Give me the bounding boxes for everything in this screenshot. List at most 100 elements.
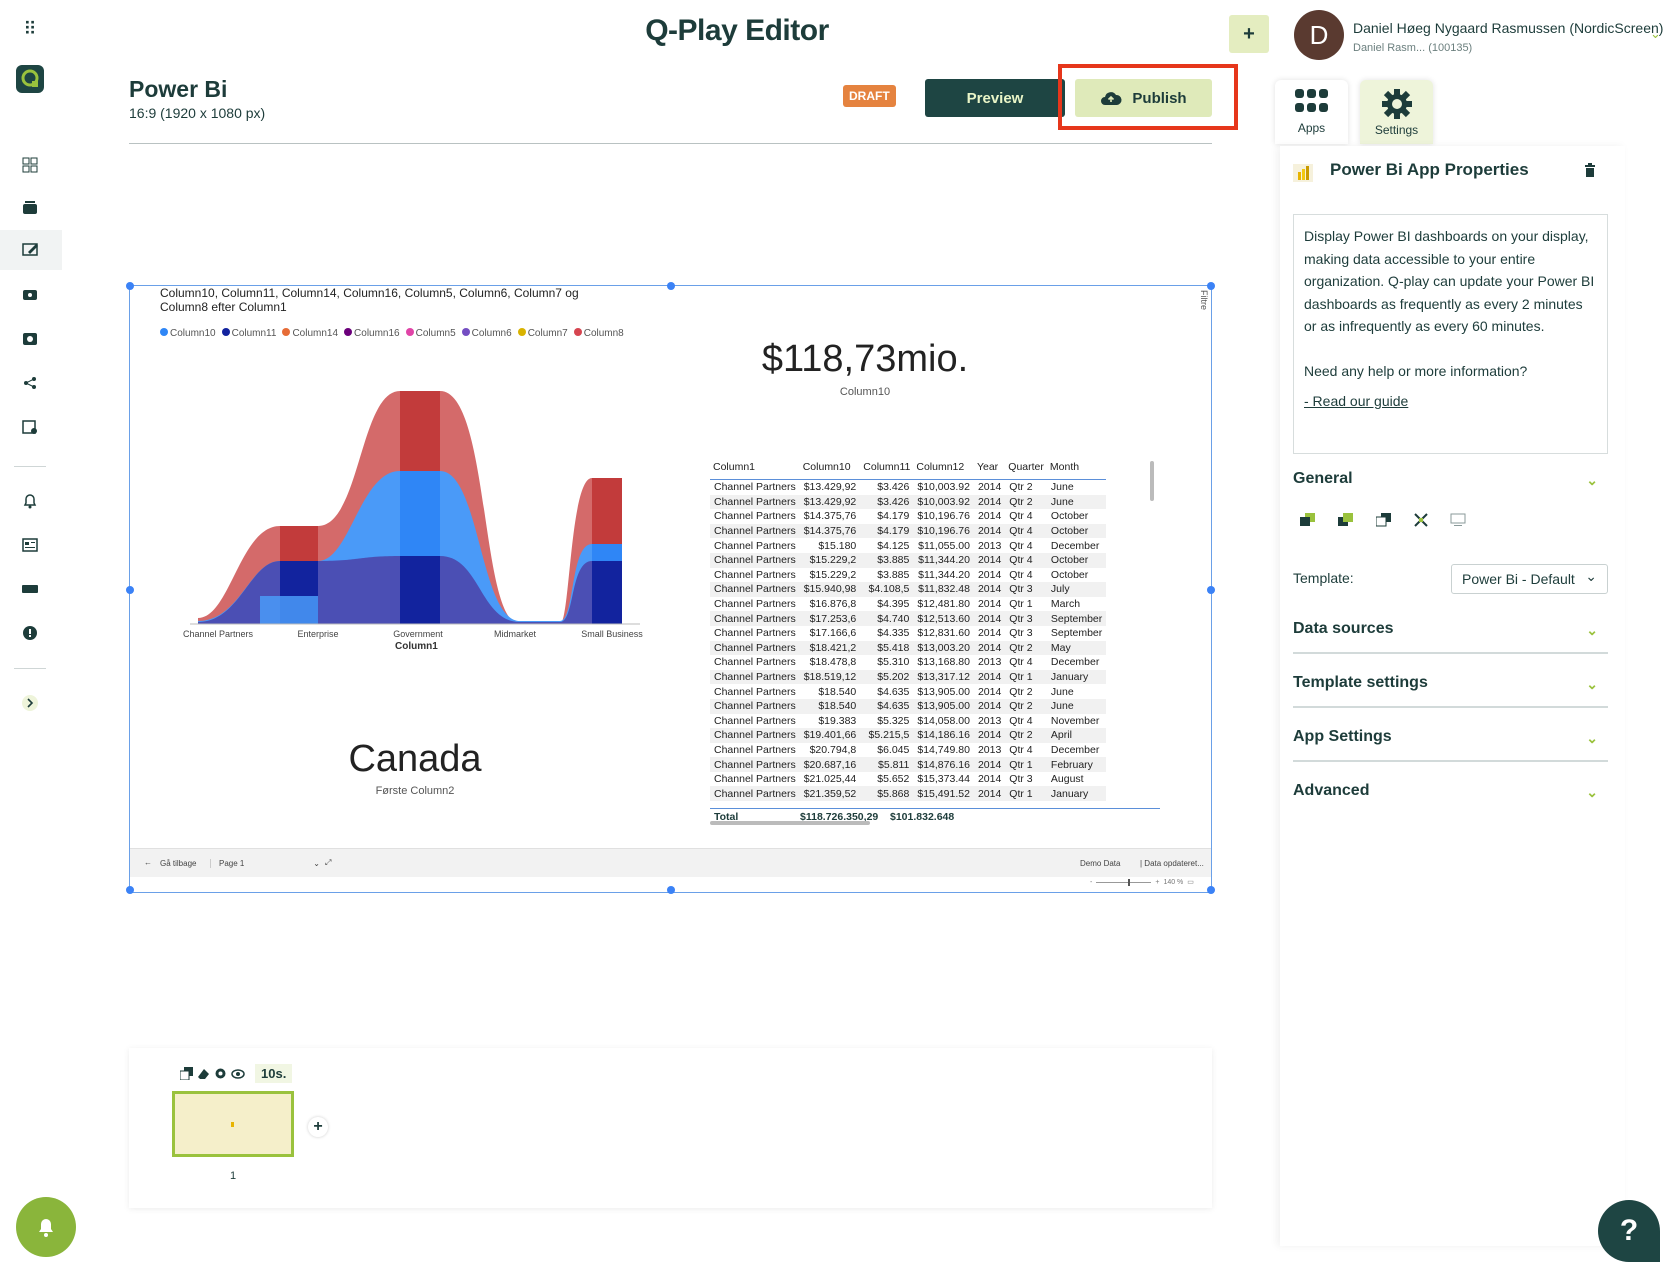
slide-thumbnail[interactable] bbox=[172, 1091, 294, 1157]
chevron-down-icon[interactable]: ⌄ bbox=[1650, 26, 1661, 42]
fullscreen-icon[interactable] bbox=[1414, 513, 1428, 527]
filter-pane-toggle[interactable]: Filtre bbox=[1195, 290, 1209, 310]
resize-handle[interactable] bbox=[126, 282, 134, 290]
news-icon[interactable] bbox=[12, 530, 48, 560]
table-hscrollbar[interactable] bbox=[710, 821, 870, 825]
table-row[interactable]: Channel Partners $13.429,92 $3.426 $10,003.… bbox=[710, 494, 1107, 510]
logo[interactable] bbox=[12, 64, 48, 94]
trash-icon[interactable] bbox=[1584, 163, 1596, 182]
resize-handle[interactable] bbox=[1207, 886, 1215, 894]
resize-handle[interactable] bbox=[667, 282, 675, 290]
highlight-frame bbox=[1058, 64, 1238, 130]
resize-handle[interactable] bbox=[126, 586, 134, 594]
data-table[interactable]: Column1 Column10 Column11 Column12 Year Quart… bbox=[710, 461, 1160, 813]
table-row[interactable]: Channel Partners $14.375,76 $4.179 $10,196.… bbox=[710, 509, 1106, 524]
table-row[interactable]: Channel Partners $19.383 $5.325 $14,058.00 2… bbox=[710, 714, 1106, 729]
table-row[interactable]: Channel Partners $13.429,92 $3.426 $10,003.… bbox=[710, 480, 1106, 495]
help-button[interactable]: ? bbox=[1598, 1200, 1660, 1262]
page-selector[interactable]: Page 1 ⌄ bbox=[210, 859, 324, 868]
table-header-cell[interactable]: Column12 bbox=[913, 461, 974, 480]
media-icon[interactable] bbox=[12, 193, 48, 223]
table-header-cell[interactable]: Column11 bbox=[860, 461, 914, 480]
table-header-cell[interactable]: Year bbox=[973, 461, 1006, 480]
table-scrollbar[interactable] bbox=[1150, 461, 1154, 501]
back-label[interactable]: Gå tilbage bbox=[160, 859, 196, 868]
layer-front-icon[interactable] bbox=[1338, 513, 1354, 527]
eye-icon[interactable] bbox=[231, 1068, 245, 1080]
table-row[interactable]: Channel Partners $18.540 $4.635 $13,905.00 2… bbox=[710, 698, 1107, 714]
add-slide-button[interactable]: + bbox=[308, 1117, 328, 1137]
gear-icon[interactable] bbox=[214, 1067, 227, 1080]
table-header-cell[interactable]: Column10 bbox=[799, 461, 861, 480]
alert-bell-icon[interactable] bbox=[12, 486, 48, 516]
share-icon[interactable] bbox=[12, 368, 48, 398]
table-cell: $18.519,12 bbox=[799, 669, 861, 685]
accordion-general[interactable]: General ⌄ bbox=[1293, 470, 1608, 488]
tab-settings[interactable]: Settings bbox=[1360, 80, 1433, 144]
accordion-data-sources[interactable]: Data sources ⌄ bbox=[1293, 620, 1608, 654]
resize-handle[interactable] bbox=[667, 886, 675, 894]
table-row[interactable]: Channel Partners $18.540 $4.635 $13,905.00 2… bbox=[710, 684, 1106, 699]
fit-page-icon[interactable]: ▭ bbox=[1187, 878, 1194, 886]
expand-rail-icon[interactable] bbox=[12, 688, 48, 718]
screen-icon[interactable] bbox=[12, 280, 48, 310]
expand-icon[interactable]: ⤢ bbox=[325, 858, 331, 868]
table-cell: Qtr 1 bbox=[1005, 757, 1047, 772]
duplicate-icon[interactable] bbox=[180, 1067, 193, 1080]
accordion-advanced[interactable]: Advanced ⌄ bbox=[1293, 782, 1608, 800]
accordion-template-settings[interactable]: Template settings ⌄ bbox=[1293, 674, 1608, 708]
resize-handle[interactable] bbox=[126, 886, 134, 894]
notification-button[interactable] bbox=[16, 1197, 76, 1257]
zoom-slider[interactable] bbox=[1096, 878, 1152, 886]
table-cell: Channel Partners bbox=[710, 611, 800, 626]
warning-icon[interactable] bbox=[12, 618, 48, 648]
player-icon[interactable] bbox=[12, 324, 48, 354]
layer-back-icon[interactable] bbox=[1300, 513, 1316, 527]
table-header-cell[interactable]: Month bbox=[1046, 461, 1107, 480]
table-row[interactable]: Channel Partners $20.687,16 $5.811 $14,876.… bbox=[710, 757, 1107, 772]
tab-apps[interactable]: Apps bbox=[1275, 80, 1348, 144]
zoom-minus[interactable]: - bbox=[1090, 879, 1092, 886]
preview-button[interactable]: Preview bbox=[925, 79, 1065, 117]
table-cell: $4.108,5 bbox=[860, 582, 914, 597]
display-icon[interactable] bbox=[12, 574, 48, 604]
table-row[interactable]: Channel Partners $18.478,8 $5.310 $13,168.8… bbox=[710, 655, 1106, 670]
add-button[interactable]: + bbox=[1229, 15, 1269, 53]
schedule-icon[interactable] bbox=[12, 412, 48, 442]
template-select[interactable]: Power Bi - Default ⌄ bbox=[1451, 564, 1608, 594]
table-row[interactable]: Channel Partners $17.253,6 $4.740 $12,513.6… bbox=[710, 611, 1107, 626]
guide-link[interactable]: - Read our guide bbox=[1304, 390, 1597, 413]
avatar[interactable]: D bbox=[1294, 10, 1344, 60]
table-row[interactable]: Channel Partners $18.421,2 $5.418 $13,003.2… bbox=[710, 640, 1107, 656]
duplicate-icon[interactable] bbox=[1376, 513, 1392, 527]
dashboard-icon[interactable] bbox=[12, 150, 48, 180]
eraser-icon[interactable] bbox=[197, 1067, 210, 1080]
screen-preview-icon[interactable] bbox=[1450, 513, 1466, 527]
back-icon[interactable]: ← bbox=[144, 858, 152, 867]
table-row[interactable]: Channel Partners $21.025,44 $5.652 $15,373.… bbox=[710, 772, 1106, 787]
editor-icon[interactable] bbox=[0, 230, 62, 270]
table-row[interactable]: Channel Partners $19.401,66 $5.215,5 $14,18… bbox=[710, 728, 1107, 743]
slide-canvas[interactable]: Column10, Column11, Column14, Column16, … bbox=[126, 282, 1215, 894]
zoom-control[interactable]: - + 140 % ▭ bbox=[1090, 878, 1200, 886]
slide-duration[interactable]: 10s. bbox=[255, 1064, 293, 1083]
table-row[interactable]: Channel Partners $15.940,98 $4.108,5 $11,83… bbox=[710, 582, 1107, 597]
table-header-cell[interactable]: Quarter bbox=[1005, 461, 1047, 480]
table-row[interactable]: Channel Partners $17.166,6 $4.335 $12,831.6… bbox=[710, 626, 1106, 641]
table-cell: January bbox=[1046, 669, 1107, 685]
user-name[interactable]: Daniel Høeg Nygaard Rasmussen (NordicScr… bbox=[1353, 20, 1663, 36]
accordion-app-settings[interactable]: App Settings ⌄ bbox=[1293, 728, 1608, 762]
table-row[interactable]: Channel Partners $15.229,2 $3.885 $11,344.2… bbox=[710, 568, 1106, 583]
table-row[interactable]: Channel Partners $21.359,52 $5.868 $15,491.… bbox=[710, 786, 1107, 802]
table-row[interactable]: Channel Partners $14.375,76 $4.179 $10,196.… bbox=[710, 523, 1107, 539]
table-row[interactable]: Channel Partners $15.180 $4.125 $11,055.00 2… bbox=[710, 538, 1106, 553]
table-row[interactable]: Channel Partners $18.519,12 $5.202 $13,317.… bbox=[710, 669, 1107, 685]
zoom-plus[interactable]: + bbox=[1155, 879, 1159, 886]
table-cell: February bbox=[1046, 757, 1107, 772]
resize-handle[interactable] bbox=[1207, 586, 1215, 594]
table-row[interactable]: Channel Partners $15.229,2 $3.885 $11,344.2… bbox=[710, 552, 1107, 568]
table-row[interactable]: Channel Partners $16.876,8 $4.395 $12,481.8… bbox=[710, 597, 1106, 612]
table-row[interactable]: Channel Partners $20.794,8 $6.045 $14,749.8… bbox=[710, 743, 1106, 758]
table-header-cell[interactable]: Column1 bbox=[710, 461, 800, 480]
resize-handle[interactable] bbox=[1207, 282, 1215, 290]
